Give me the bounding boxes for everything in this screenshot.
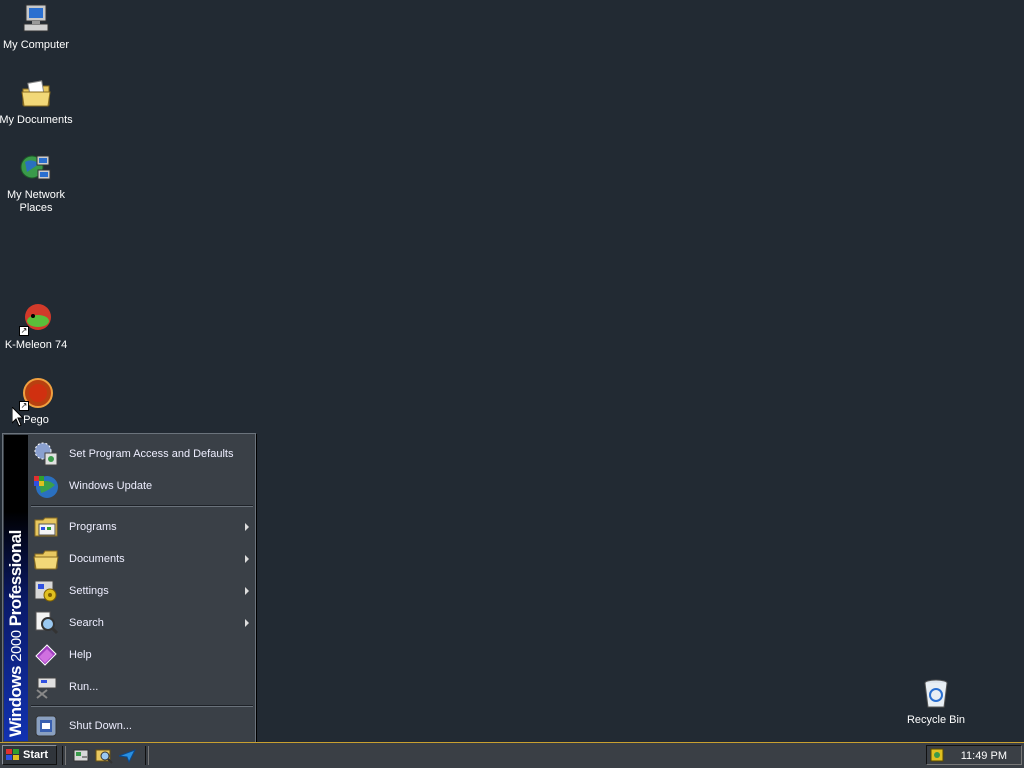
banner-brand: Windows	[6, 666, 25, 737]
my-computer-icon	[19, 2, 53, 36]
start-menu-banner: Windows 2000 Professional	[4, 435, 28, 741]
desktop-icon-label: Recycle Bin	[906, 714, 966, 726]
submenu-arrow-icon	[245, 619, 249, 627]
menu-item-label: Set Program Access and Defaults	[69, 448, 234, 460]
outlook-express-icon[interactable]	[118, 747, 137, 764]
menu-item-documents[interactable]: Documents	[29, 544, 255, 574]
taskbar-divider	[62, 746, 66, 765]
menu-item-label: Windows Update	[69, 480, 153, 492]
tray-app-icon[interactable]	[930, 748, 944, 762]
menu-separator	[31, 505, 253, 507]
menu-item-search[interactable]: Search	[29, 608, 255, 638]
desktop-icon-my-computer[interactable]: My Computer	[0, 2, 74, 52]
submenu-arrow-icon	[245, 555, 249, 563]
desktop-icon-my-network-places[interactable]: My Network Places	[0, 152, 74, 215]
desktop-icon-label: My Documents	[0, 114, 73, 126]
start-label: Start	[23, 749, 49, 761]
submenu-arrow-icon	[245, 523, 249, 531]
menu-item-windows-update[interactable]: Windows Update	[29, 471, 255, 501]
desktop-icon-recycle-bin[interactable]: Recycle Bin	[898, 677, 974, 727]
network-places-icon	[19, 152, 53, 186]
banner-version: 2000	[8, 630, 25, 662]
shortcut-arrow-icon: ↗	[19, 326, 29, 336]
shut-down-icon	[33, 713, 59, 739]
show-desktop-icon[interactable]	[72, 747, 90, 764]
windows-logo-icon	[6, 749, 20, 761]
internet-explorer-icon[interactable]	[95, 747, 113, 764]
desktop-icon-my-documents[interactable]: My Documents	[0, 77, 74, 127]
desktop-icon-label: K-Meleon 74	[4, 339, 68, 351]
taskbar: Start 11:49 PM	[0, 742, 1024, 768]
k-meleon-icon: ↗	[19, 302, 53, 336]
windows-update-icon	[33, 473, 59, 499]
desktop-icon-label: My Network Places	[6, 189, 66, 214]
recycle-bin-icon	[919, 677, 953, 711]
pego-icon: ↗	[19, 377, 53, 411]
search-icon	[33, 610, 59, 636]
menu-item-label: Shut Down...	[69, 720, 132, 732]
program-access-icon	[33, 441, 59, 467]
menu-item-label: Settings	[69, 585, 109, 597]
menu-item-shut-down[interactable]: Shut Down...	[29, 711, 255, 741]
taskbar-divider	[145, 746, 149, 765]
run-icon	[33, 674, 59, 700]
menu-separator	[31, 705, 253, 707]
menu-item-settings[interactable]: Settings	[29, 576, 255, 606]
menu-item-label: Programs	[69, 521, 117, 533]
desktop-icon-k-meleon[interactable]: ↗ K-Meleon 74	[0, 302, 74, 352]
mouse-cursor-icon	[11, 405, 25, 430]
start-button[interactable]: Start	[2, 745, 57, 765]
my-documents-icon	[19, 77, 53, 111]
menu-item-label: Search	[69, 617, 104, 629]
submenu-arrow-icon	[245, 587, 249, 595]
menu-item-set-program-access[interactable]: Set Program Access and Defaults	[29, 439, 255, 469]
system-tray: 11:49 PM	[926, 745, 1022, 765]
banner-edition: Professional	[6, 530, 25, 627]
menu-item-label: Help	[69, 649, 92, 661]
menu-item-run[interactable]: Run...	[29, 672, 255, 702]
taskbar-clock[interactable]: 11:49 PM	[961, 750, 1007, 762]
menu-item-label: Run...	[69, 681, 99, 693]
menu-item-help[interactable]: Help	[29, 640, 255, 670]
programs-icon	[33, 514, 59, 540]
start-menu: Windows 2000 Professional Set Program Ac…	[2, 433, 256, 743]
settings-icon	[33, 578, 59, 604]
menu-item-programs[interactable]: Programs	[29, 512, 255, 542]
menu-item-label: Documents	[69, 553, 125, 565]
documents-folder-icon	[33, 546, 59, 572]
desktop-icon-label: My Computer	[2, 39, 70, 51]
help-book-icon	[33, 642, 59, 668]
